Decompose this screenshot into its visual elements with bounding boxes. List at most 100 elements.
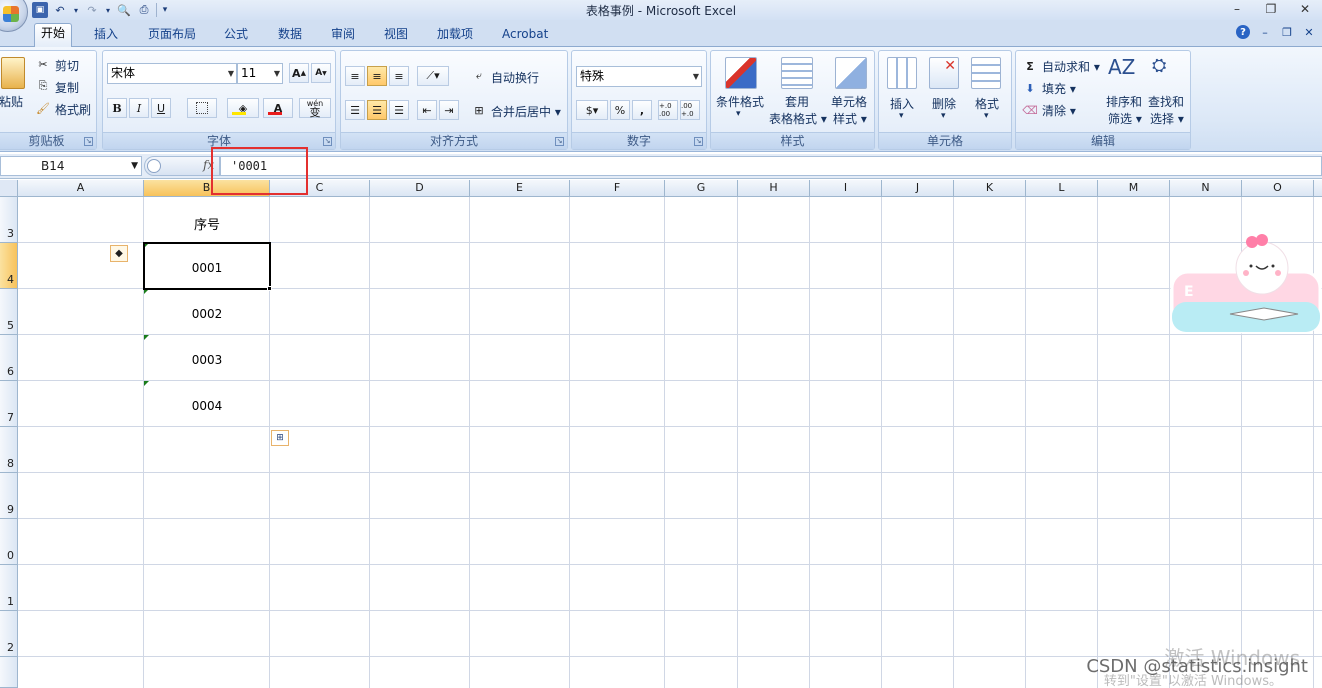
format-cells-button[interactable]: 格式 xyxy=(975,95,999,112)
column-header[interactable]: K xyxy=(954,180,1026,197)
increase-indent-icon[interactable]: ⇥ xyxy=(439,100,459,120)
column-header[interactable]: E xyxy=(470,180,570,197)
find-select-binoculars-icon[interactable]: ⛭ xyxy=(1152,55,1184,87)
sort-filter-button[interactable]: 筛选 ▾ xyxy=(1108,110,1142,127)
close-button[interactable]: ✕ xyxy=(1288,0,1322,18)
fill-button[interactable]: 填充 ▾ xyxy=(1042,80,1076,97)
select-all-corner[interactable] xyxy=(0,180,18,197)
wrap-text-button[interactable]: 自动换行 xyxy=(491,69,539,86)
fill-down-icon[interactable]: ⬇ xyxy=(1022,80,1038,96)
column-header[interactable]: G xyxy=(665,180,738,197)
decrease-decimal-button[interactable]: .00 +.0 xyxy=(680,100,700,120)
column-header[interactable]: H xyxy=(738,180,810,197)
align-left-icon[interactable]: ☰ xyxy=(345,100,365,120)
decrease-indent-icon[interactable]: ⇤ xyxy=(417,100,437,120)
row-header[interactable]: 6 xyxy=(0,335,18,381)
error-warning-icon[interactable]: ◆ xyxy=(110,245,128,262)
row-header[interactable]: 8 xyxy=(0,427,18,473)
cell-style-button[interactable]: 样式 ▾ xyxy=(833,110,867,127)
orientation-icon[interactable]: ⟋▾ xyxy=(417,66,449,86)
tab-data[interactable]: 数据 xyxy=(272,25,308,47)
row-header[interactable]: 7 xyxy=(0,381,18,427)
restore-button[interactable]: ❐ xyxy=(1254,0,1288,18)
find-select-button[interactable]: 选择 ▾ xyxy=(1150,110,1184,127)
column-header[interactable]: M xyxy=(1098,180,1170,197)
row-header-partial[interactable] xyxy=(0,657,18,688)
row-header[interactable]: 3 xyxy=(0,197,18,243)
bold-button[interactable]: B xyxy=(107,98,127,118)
column-header[interactable]: N xyxy=(1170,180,1242,197)
merge-center-icon[interactable]: ⊞ xyxy=(471,102,487,118)
sort-filter-line1[interactable]: 排序和 xyxy=(1106,93,1142,110)
insert-cells-button[interactable]: 插入 xyxy=(890,95,914,112)
conditional-format-icon[interactable] xyxy=(725,57,757,89)
paste-button[interactable]: 粘贴 xyxy=(0,93,23,110)
percent-style-button[interactable]: % xyxy=(610,100,630,120)
cell-style-line1[interactable]: 单元格 xyxy=(831,93,867,110)
table-style-button[interactable]: 表格格式 ▾ xyxy=(769,110,827,127)
fill-color-button[interactable]: ◈ xyxy=(227,98,259,118)
comma-style-button[interactable]: , xyxy=(632,100,652,120)
grow-font-button[interactable]: A ▲ xyxy=(289,63,309,83)
format-painter-button[interactable]: 格式刷 xyxy=(55,101,91,118)
paste-icon[interactable] xyxy=(1,57,25,89)
ribbon-minimize-icon[interactable]: – xyxy=(1258,25,1272,39)
column-header[interactable]: A xyxy=(18,180,144,197)
formula-input[interactable]: '0001 xyxy=(220,156,1322,176)
row-header[interactable]: 2 xyxy=(0,611,18,657)
align-bottom-icon[interactable]: ≡ xyxy=(389,66,409,86)
font-launcher-icon[interactable]: ↘ xyxy=(323,137,332,146)
column-header[interactable]: J xyxy=(882,180,954,197)
table-style-icon[interactable] xyxy=(781,57,813,89)
align-center-icon[interactable]: ☰ xyxy=(367,100,387,120)
tab-page-layout[interactable]: 页面布局 xyxy=(142,25,202,47)
tab-acrobat[interactable]: Acrobat xyxy=(496,25,554,47)
copy-button[interactable]: 复制 xyxy=(55,79,79,96)
cut-icon[interactable]: ✂ xyxy=(35,56,51,72)
row-header[interactable]: 9 xyxy=(0,473,18,519)
merge-center-button[interactable]: 合并后居中 ▾ xyxy=(491,103,561,120)
font-color-button[interactable]: A xyxy=(263,98,293,118)
border-button[interactable] xyxy=(187,98,217,118)
clear-eraser-icon[interactable]: ⌫ xyxy=(1022,102,1038,118)
cell-b3[interactable]: 序号 xyxy=(144,214,270,233)
row-header[interactable]: 4 xyxy=(0,243,18,289)
formula-bar-resize-icon[interactable] xyxy=(147,159,161,173)
format-cells-icon[interactable] xyxy=(971,57,1001,89)
number-launcher-icon[interactable]: ↘ xyxy=(694,137,703,146)
cell-b7[interactable]: 0004 xyxy=(144,399,270,413)
cut-button[interactable]: 剪切 xyxy=(55,57,79,74)
row-header[interactable]: 1 xyxy=(0,565,18,611)
align-top-icon[interactable]: ≡ xyxy=(345,66,365,86)
accounting-format-icon[interactable]: $▾ xyxy=(576,100,608,120)
number-format-select[interactable]: 特殊 ▼ xyxy=(576,66,702,87)
cell-b5[interactable]: 0002 xyxy=(144,307,270,321)
sort-filter-icon[interactable]: AZ xyxy=(1108,55,1140,87)
tab-home[interactable]: 开始 xyxy=(34,23,73,48)
italic-button[interactable]: I xyxy=(129,98,149,118)
minimize-button[interactable]: – xyxy=(1220,0,1254,18)
ribbon-close-icon[interactable]: ✕ xyxy=(1302,25,1316,39)
underline-button[interactable]: U xyxy=(151,98,171,118)
clear-button[interactable]: 清除 ▾ xyxy=(1042,102,1076,119)
delete-cells-button[interactable]: 删除 xyxy=(932,95,956,112)
clipboard-launcher-icon[interactable]: ↘ xyxy=(84,137,93,146)
autosum-button[interactable]: 自动求和 ▾ xyxy=(1042,58,1100,75)
table-style-line1[interactable]: 套用 xyxy=(785,93,809,110)
row-header[interactable]: 5 xyxy=(0,289,18,335)
tab-formulas[interactable]: 公式 xyxy=(218,25,254,47)
column-header[interactable]: D xyxy=(370,180,470,197)
tab-review[interactable]: 审阅 xyxy=(325,25,361,47)
copy-icon[interactable]: ⎘ xyxy=(35,78,51,94)
format-painter-icon[interactable]: 🖌 xyxy=(35,100,51,116)
tab-addins[interactable]: 加载项 xyxy=(431,25,479,47)
tab-view[interactable]: 视图 xyxy=(378,25,414,47)
row-header[interactable]: 0 xyxy=(0,519,18,565)
name-box[interactable]: B14 ▼ xyxy=(0,156,142,176)
help-icon[interactable]: ? xyxy=(1236,25,1250,39)
column-header[interactable]: F xyxy=(570,180,665,197)
cell-style-icon[interactable] xyxy=(835,57,867,89)
conditional-format-button[interactable]: 条件格式 xyxy=(716,93,764,110)
align-middle-icon[interactable]: ≡ xyxy=(367,66,387,86)
cell-b6[interactable]: 0003 xyxy=(144,353,270,367)
